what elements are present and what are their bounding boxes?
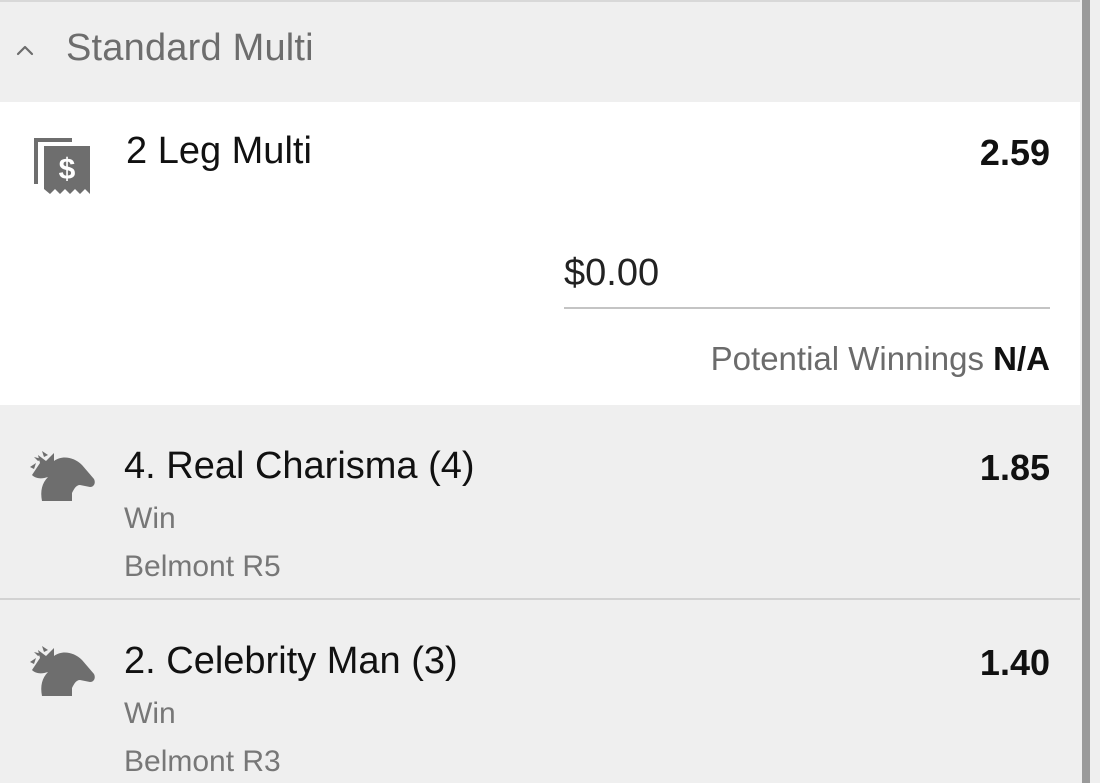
leg-item: 2. Celebrity Man (3) 1.40 Win Belmont R3 bbox=[0, 600, 1080, 783]
potential-winnings: Potential Winnings N/A bbox=[711, 340, 1050, 378]
leg-race: Belmont R5 bbox=[124, 550, 281, 583]
leg-item: 4. Real Charisma (4) 1.85 Win Belmont R5 bbox=[0, 405, 1080, 598]
stake-input[interactable] bbox=[564, 247, 1050, 309]
leg-odds: 1.85 bbox=[979, 447, 1050, 488]
leg-race: Belmont R3 bbox=[124, 745, 281, 778]
multi-bet-card: $ 2 Leg Multi 2.59 Potential Winnings N/… bbox=[0, 102, 1080, 405]
section-title: Standard Multi bbox=[66, 27, 314, 69]
multi-odds: 2.59 bbox=[979, 132, 1050, 173]
standard-multi-header[interactable]: Standard Multi bbox=[0, 2, 1080, 102]
chevron-up-icon[interactable] bbox=[14, 40, 36, 62]
leg-title: 2. Celebrity Man (3) bbox=[124, 640, 458, 682]
betslip-panel: Standard Multi $ 2 Leg Multi 2.59 Potent… bbox=[0, 0, 1100, 783]
horse-head-icon bbox=[30, 451, 95, 501]
leg-title: 4. Real Charisma (4) bbox=[124, 445, 475, 487]
multi-title: 2 Leg Multi bbox=[126, 130, 312, 172]
leg-bet-type: Win bbox=[124, 502, 176, 535]
scrollbar[interactable] bbox=[1082, 0, 1090, 783]
svg-text:$: $ bbox=[59, 153, 76, 186]
potential-winnings-label: Potential Winnings bbox=[710, 340, 984, 377]
receipt-dollar-icon: $ bbox=[34, 138, 90, 194]
leg-odds: 1.40 bbox=[979, 642, 1050, 683]
potential-winnings-value: N/A bbox=[993, 340, 1050, 377]
leg-bet-type: Win bbox=[124, 697, 176, 730]
horse-head-icon bbox=[30, 646, 95, 696]
